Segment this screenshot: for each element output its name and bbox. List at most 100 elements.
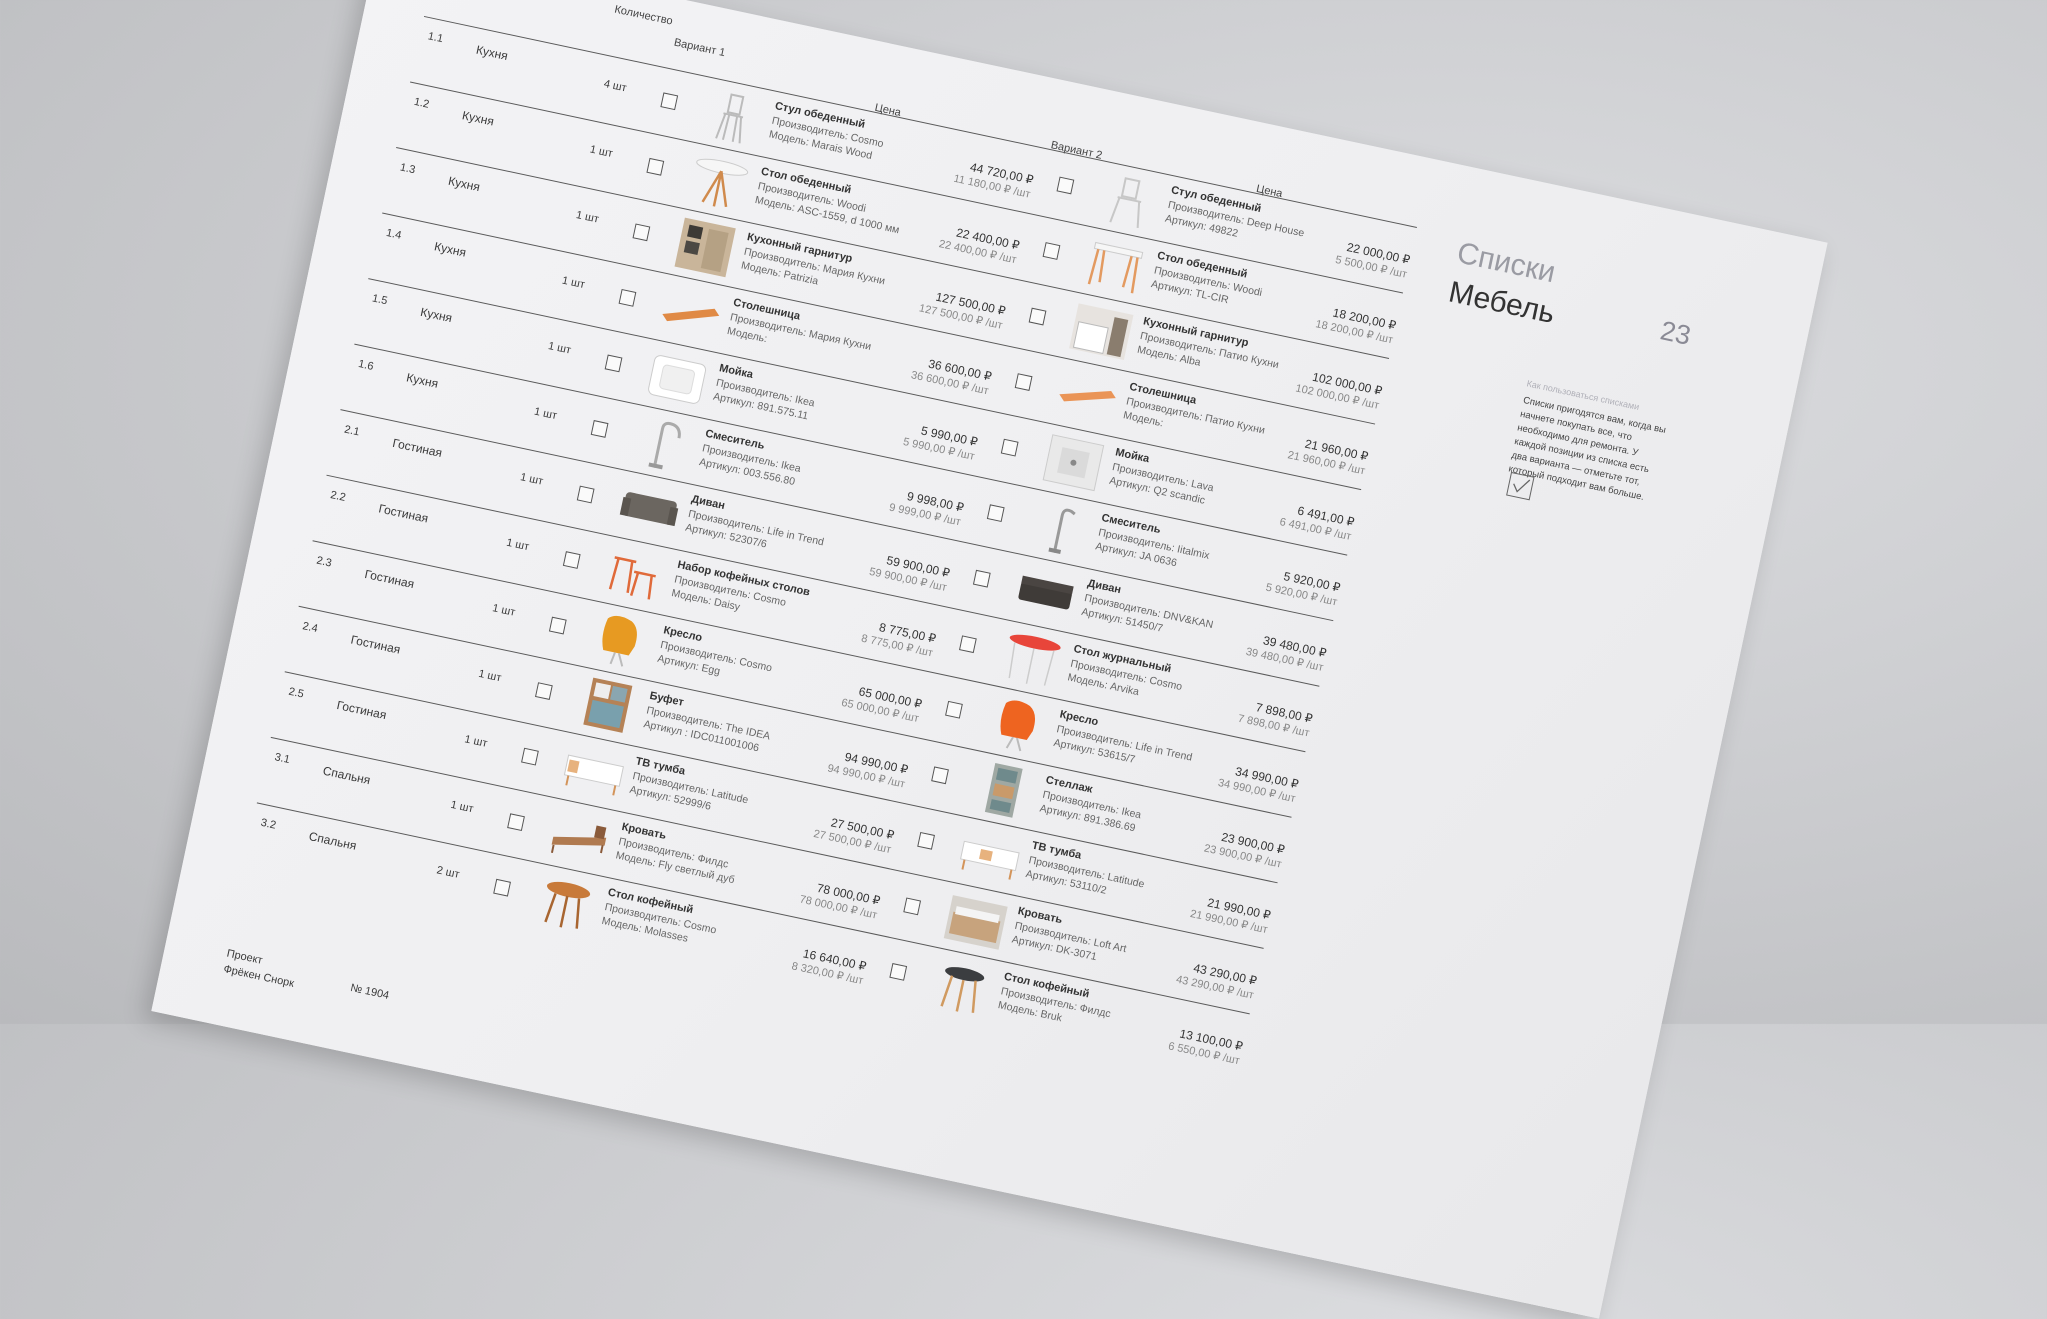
variant1-product-icon bbox=[613, 477, 685, 543]
row-qty: 4 шт bbox=[602, 77, 628, 95]
variant2-checkbox[interactable] bbox=[889, 963, 908, 981]
row-number: 2.4 bbox=[301, 620, 319, 636]
variant1-checkbox[interactable] bbox=[562, 551, 581, 569]
row-number: 2.5 bbox=[287, 685, 305, 701]
row-qty: 1 шт bbox=[560, 274, 586, 292]
variant2-product-icon bbox=[982, 692, 1054, 758]
row-room: Кухня bbox=[419, 304, 454, 326]
variant1-checkbox[interactable] bbox=[632, 223, 651, 242]
row-qty: 1 шт bbox=[449, 798, 475, 816]
variant2-product-icon bbox=[1038, 430, 1110, 496]
variant2-product-icon bbox=[1065, 299, 1137, 365]
project-number: № 1904 bbox=[349, 981, 391, 1002]
variant1-product-icon bbox=[683, 149, 755, 215]
variant1-product-icon bbox=[669, 215, 741, 281]
howto-checkmark-box bbox=[1506, 471, 1535, 501]
variant1-product-icon bbox=[600, 542, 672, 608]
variant2-product-icon bbox=[1010, 561, 1082, 627]
variant1-product-icon bbox=[655, 280, 727, 346]
variant1-checkbox[interactable] bbox=[548, 616, 567, 635]
row-number: 2.3 bbox=[315, 554, 333, 570]
variant2-checkbox[interactable] bbox=[1014, 373, 1033, 391]
row-number: 1.2 bbox=[412, 95, 431, 111]
howto-text: Списки пригодятся вам, когда вы начнете … bbox=[1507, 394, 1667, 503]
variant2-product-icon bbox=[1079, 233, 1151, 299]
row-room: Кухня bbox=[405, 370, 440, 391]
row-qty: 2 шт bbox=[435, 864, 461, 881]
header-qty: Количество bbox=[613, 3, 674, 28]
row-room: Гостиная bbox=[363, 566, 416, 592]
row-qty: 1 шт bbox=[505, 536, 531, 554]
checkmark-icon bbox=[1513, 479, 1531, 493]
variant2-product-icon bbox=[926, 954, 998, 1020]
row-qty: 1 шт bbox=[463, 733, 489, 750]
variant2-checkbox[interactable] bbox=[903, 897, 922, 916]
variant2-checkbox[interactable] bbox=[986, 504, 1005, 523]
variant2-checkbox[interactable] bbox=[931, 766, 949, 785]
variant1-product-icon bbox=[627, 411, 699, 477]
project-name: Фрёкен Снорк bbox=[222, 963, 296, 990]
variant1-product-icon bbox=[586, 608, 658, 674]
row-number: 1.4 bbox=[384, 226, 403, 242]
row-room: Кухня bbox=[446, 173, 482, 195]
variant1-checkbox[interactable] bbox=[604, 354, 623, 373]
variant2-product-icon bbox=[1024, 495, 1096, 561]
variant1-checkbox[interactable] bbox=[576, 485, 595, 504]
variant1-checkbox[interactable] bbox=[646, 157, 665, 176]
variant2-product-icon bbox=[968, 758, 1040, 824]
row-room: Гостиная bbox=[377, 501, 430, 526]
row-qty: 1 шт bbox=[491, 602, 517, 619]
row-room: Гостиная bbox=[391, 435, 444, 461]
row-number: 3.2 bbox=[259, 816, 278, 832]
row-room: Спальня bbox=[307, 829, 358, 853]
variant2-product-icon bbox=[1051, 364, 1123, 430]
variant2-checkbox[interactable] bbox=[1056, 176, 1075, 195]
row-room: Кухня bbox=[460, 108, 496, 129]
variant2-checkbox[interactable] bbox=[945, 700, 963, 719]
row-number: 1.1 bbox=[426, 30, 445, 46]
variant2-checkbox[interactable] bbox=[917, 831, 935, 850]
variant1-checkbox[interactable] bbox=[507, 813, 525, 832]
row-room: Гостиная bbox=[335, 698, 388, 723]
variant1-checkbox[interactable] bbox=[590, 420, 609, 438]
row-number: 1.5 bbox=[371, 292, 389, 308]
variant1-checkbox[interactable] bbox=[493, 878, 511, 897]
variant1-product-icon bbox=[697, 84, 769, 150]
variant1-product-icon bbox=[530, 870, 602, 936]
page-number: 23 bbox=[1657, 315, 1694, 351]
variant2-product-icon bbox=[940, 889, 1012, 955]
variant1-product-icon bbox=[572, 673, 644, 739]
variant2-checkbox[interactable] bbox=[1028, 307, 1047, 326]
variant2-product-icon bbox=[954, 823, 1026, 889]
row-room: Гостиная bbox=[349, 632, 402, 657]
variant1-checkbox[interactable] bbox=[618, 288, 637, 307]
row-room: Кухня bbox=[474, 42, 510, 64]
row-number: 3.1 bbox=[273, 751, 291, 767]
row-qty: 1 шт bbox=[477, 667, 503, 685]
row-qty: 1 шт bbox=[533, 405, 559, 423]
row-room: Кухня bbox=[433, 239, 468, 260]
variant1-checkbox[interactable] bbox=[521, 747, 539, 766]
variant1-checkbox[interactable] bbox=[534, 682, 553, 700]
row-qty: 1 шт bbox=[588, 143, 614, 161]
variant2-checkbox[interactable] bbox=[1042, 242, 1061, 260]
row-room: Спальня bbox=[321, 763, 372, 788]
catalog-sheet: Количество Вариант 1 Цена Вариант 2 Цена… bbox=[151, 0, 1828, 1319]
variant2-checkbox[interactable] bbox=[958, 635, 977, 654]
row-number: 1.3 bbox=[398, 161, 417, 177]
row-qty: 1 шт bbox=[546, 340, 573, 357]
variant1-product-icon bbox=[544, 804, 616, 870]
row-number: 2.1 bbox=[343, 423, 361, 439]
row-qty: 1 шт bbox=[574, 209, 600, 226]
variant2-product-icon bbox=[1093, 168, 1165, 234]
furniture-list: 1.1 Кухня 4 шт Стул обеденный Производитель:… bbox=[242, 0, 1828, 1080]
variant1-checkbox[interactable] bbox=[660, 92, 679, 111]
variant2-checkbox[interactable] bbox=[1000, 438, 1019, 457]
variant2-checkbox[interactable] bbox=[972, 569, 991, 588]
variant1-product-icon bbox=[641, 346, 713, 412]
row-number: 2.2 bbox=[329, 489, 347, 504]
variant2-product-icon bbox=[996, 626, 1068, 692]
row-qty: 1 шт bbox=[519, 471, 545, 488]
row-number: 1.6 bbox=[357, 358, 375, 373]
variant1-product-icon bbox=[558, 739, 630, 805]
